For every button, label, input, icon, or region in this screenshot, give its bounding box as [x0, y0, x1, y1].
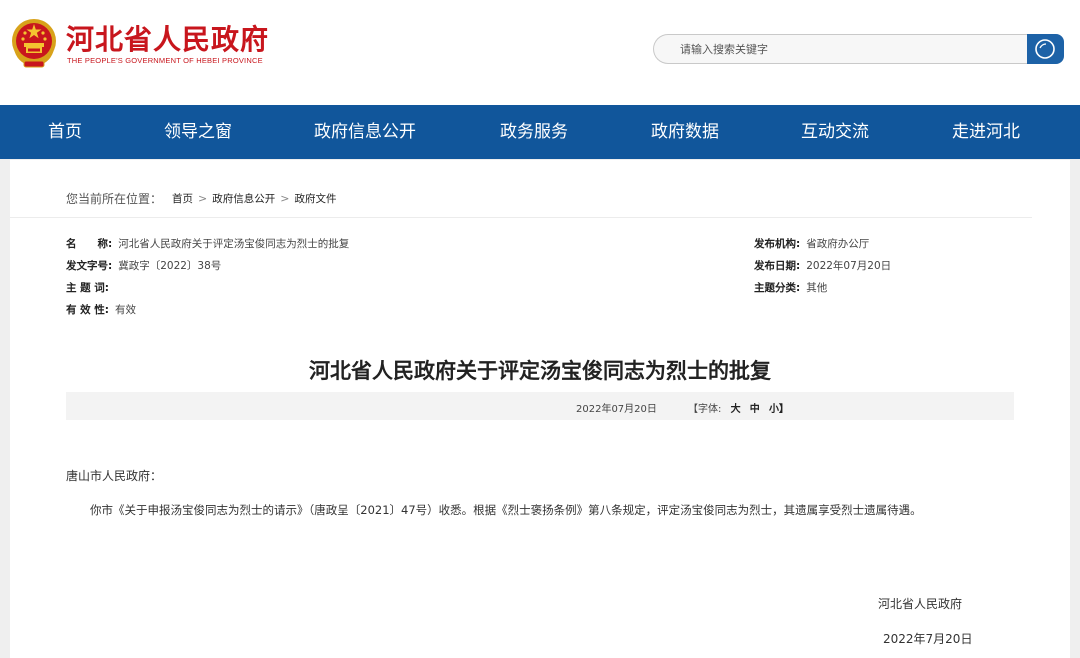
nav-item-home[interactable]: 首页 [48, 105, 82, 159]
meta-name-row: 名 称: 河北省人民政府关于评定汤宝俊同志为烈士的批复 [66, 236, 349, 251]
nav-item-interaction[interactable]: 互动交流 [801, 105, 869, 159]
document-date: 2022年07月20日 [576, 404, 657, 415]
meta-date-row: 发布日期: 2022年07月20日 [754, 258, 891, 273]
site-header: 河北省人民政府 THE PEOPLE'S GOVERNMENT OF HEBEI… [0, 0, 1080, 105]
site-subtitle: THE PEOPLE'S GOVERNMENT OF HEBEI PROVINC… [67, 56, 263, 65]
nav-item-data[interactable]: 政府数据 [651, 105, 719, 159]
breadcrumb-separator: > [198, 192, 208, 205]
document-salutation: 唐山市人民政府： [66, 469, 163, 483]
font-size-small-button[interactable]: 小】 [769, 404, 789, 415]
meta-validity-value: 有效 [115, 304, 137, 316]
nav-item-leaders[interactable]: 领导之窗 [164, 105, 232, 159]
meta-validity-row: 有 效 性: 有效 [66, 302, 136, 317]
meta-category-key: 主题分类: [754, 282, 801, 294]
nav-item-services[interactable]: 政务服务 [500, 105, 568, 159]
document-sign-date: 2022年7月20日 [883, 632, 973, 646]
search-button[interactable] [1027, 34, 1064, 64]
font-size-controls: 【字体: 大 中 小】 [688, 400, 789, 415]
site-title[interactable]: 河北省人民政府 [66, 18, 269, 58]
document-paragraph: 你市《关于申报汤宝俊同志为烈士的请示》（唐政呈〔2021〕47号）收悉。根据《烈… [90, 503, 922, 517]
breadcrumb-item-info-disclosure[interactable]: 政府信息公开 [212, 191, 275, 206]
meta-name-value: 河北省人民政府关于评定汤宝俊同志为烈士的批复 [118, 238, 350, 250]
meta-issuer-value: 省政府办公厅 [806, 238, 870, 250]
font-size-label: 【字体: [688, 404, 722, 415]
meta-category-row: 主题分类: 其他 [754, 280, 827, 295]
document-title: 河北省人民政府关于评定汤宝俊同志为烈士的批复 [309, 358, 771, 383]
breadcrumb-label: 您当前所在位置： [66, 192, 163, 206]
content-panel: 您当前所在位置： 首页 > 政府信息公开 > 政府文件 名 称: 河北省人民政府关… [10, 160, 1070, 658]
meta-topic-row: 主 题 词: [66, 280, 115, 295]
meta-issuer-row: 发布机构: 省政府办公厅 [754, 236, 869, 251]
breadcrumb-item-gov-documents[interactable]: 政府文件 [294, 191, 336, 206]
breadcrumb-separator: > [280, 192, 290, 205]
search-input[interactable] [653, 34, 1029, 64]
meta-date-key: 发布日期: [754, 260, 801, 272]
meta-date-value: 2022年07月20日 [806, 260, 892, 272]
meta-name-key: 名 称: [66, 238, 113, 250]
meta-doc-no-key: 发文字号: [66, 260, 113, 272]
breadcrumb-item-home[interactable]: 首页 [172, 191, 193, 206]
document-info-bar: 2022年07月20日 【字体: 大 中 小】 [66, 392, 1014, 420]
meta-category-value: 其他 [806, 282, 828, 294]
national-emblem-icon[interactable] [10, 17, 58, 69]
font-size-medium-button[interactable]: 中 [750, 404, 760, 415]
font-size-large-button[interactable]: 大 [731, 404, 741, 415]
meta-validity-key: 有 效 性: [66, 304, 110, 316]
nav-item-about-hebei[interactable]: 走进河北 [952, 105, 1020, 159]
meta-topic-key: 主 题 词: [66, 282, 110, 294]
search-bar [653, 34, 1064, 64]
meta-issuer-key: 发布机构: [754, 238, 801, 250]
breadcrumb: 您当前所在位置： 首页 > 政府信息公开 > 政府文件 [66, 190, 336, 207]
nav-item-info-disclosure[interactable]: 政府信息公开 [314, 105, 416, 159]
search-icon [1035, 39, 1055, 59]
meta-doc-no-value: 冀政字〔2022〕38号 [118, 260, 222, 272]
divider [10, 217, 1032, 218]
main-nav: 首页 领导之窗 政府信息公开 政务服务 政府数据 互动交流 走进河北 [0, 105, 1080, 159]
document-signature: 河北省人民政府 [878, 597, 963, 611]
meta-doc-no-row: 发文字号: 冀政字〔2022〕38号 [66, 258, 221, 273]
